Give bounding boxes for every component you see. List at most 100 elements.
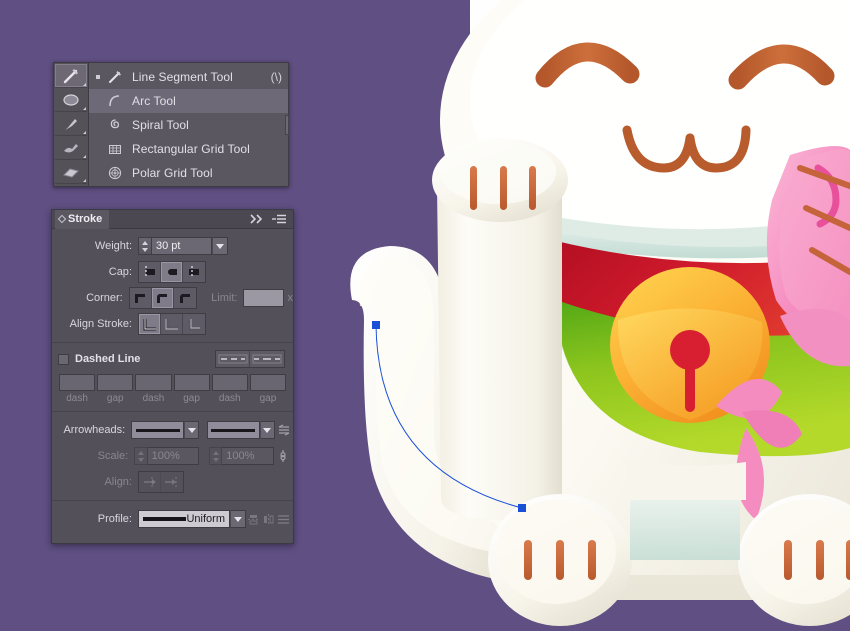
dash-input[interactable] xyxy=(135,374,172,391)
limit-input[interactable] xyxy=(243,289,284,307)
gap-caption: gap xyxy=(106,393,124,404)
arrowhead-none-preview-icon xyxy=(211,428,256,432)
end-scale-stepper[interactable] xyxy=(208,447,223,465)
dash-cell[interactable]: gap xyxy=(97,374,134,404)
flyout-shortcut: (\) xyxy=(270,70,282,84)
flyout-item-spiral-tool[interactable]: Spiral Tool xyxy=(89,113,288,137)
bevel-join-button[interactable] xyxy=(173,288,196,308)
weight-input[interactable]: 30 pt xyxy=(152,237,212,255)
line-segment-tool-flyout[interactable]: Line Segment Tool (\) Arc Tool Spiral To… xyxy=(53,62,289,187)
flyout-item-arc-tool[interactable]: Arc Tool xyxy=(89,89,288,113)
corner-button-group[interactable] xyxy=(128,287,197,309)
stroke-panel[interactable]: Stroke Weight: 30 pt Cap: Corner: Limit:… xyxy=(51,209,294,544)
end-scale-input[interactable]: 100% xyxy=(222,447,274,465)
flip-along-icon[interactable] xyxy=(246,510,261,528)
tool-flyout-list[interactable]: Line Segment Tool (\) Arc Tool Spiral To… xyxy=(89,62,289,187)
dash-gap-fields[interactable]: dash gap dash gap dash gap xyxy=(52,368,293,404)
flyout-label: Arc Tool xyxy=(132,94,176,108)
gap-input[interactable] xyxy=(249,374,287,391)
panel-menu-icon[interactable] xyxy=(268,214,290,224)
collapse-to-icons-icon[interactable] xyxy=(246,214,268,224)
align-stroke-label: Align Stroke: xyxy=(69,318,132,330)
stroke-panel-tab[interactable]: Stroke xyxy=(55,209,110,229)
cap-row: Cap: xyxy=(52,261,293,283)
panel-divider-3 xyxy=(52,500,293,501)
eraser-tool-icon[interactable] xyxy=(55,160,87,184)
line-segment-tool-icon[interactable] xyxy=(55,64,87,88)
start-arrowhead-dropdown[interactable] xyxy=(131,421,185,439)
rectangular-grid-icon xyxy=(103,141,127,157)
tear-off-dot-icon xyxy=(93,75,103,79)
flyout-label: Spiral Tool xyxy=(132,118,189,132)
flyout-item-line-segment-tool[interactable]: Line Segment Tool (\) xyxy=(89,65,288,89)
align-center-button[interactable] xyxy=(139,314,161,334)
dash-input[interactable] xyxy=(59,374,96,391)
arrowheads-label: Arrowheads: xyxy=(63,424,126,436)
arc-icon xyxy=(103,93,127,109)
preserve-exact-dash-lengths-button[interactable] xyxy=(216,351,250,367)
flyout-drag-handle[interactable] xyxy=(285,114,289,135)
miter-join-button[interactable] xyxy=(129,288,152,308)
pencil-tool-icon[interactable] xyxy=(55,136,87,160)
weight-row: Weight: 30 pt xyxy=(52,235,293,257)
cap-button-group[interactable] xyxy=(138,261,206,283)
dash-cell[interactable]: dash xyxy=(211,374,248,404)
scale-row: Scale: 100% 100% xyxy=(52,445,293,467)
profile-dropdown[interactable]: Uniform xyxy=(138,510,230,528)
line-segment-icon xyxy=(103,69,127,85)
weight-label: Weight: xyxy=(94,240,132,252)
round-join-button[interactable] xyxy=(151,288,174,308)
cap-label: Cap: xyxy=(108,266,132,278)
panel-title: Stroke xyxy=(68,213,103,225)
profile-menu-icon[interactable] xyxy=(276,510,291,528)
gap-input[interactable] xyxy=(97,374,134,391)
limit-label: Limit: xyxy=(211,292,238,304)
flip-across-icon[interactable] xyxy=(261,510,276,528)
align-stroke-button-group[interactable] xyxy=(138,313,206,335)
start-scale-stepper[interactable] xyxy=(134,447,148,465)
stroke-panel-title-bar[interactable]: Stroke xyxy=(52,209,293,229)
gap-input[interactable] xyxy=(173,374,210,391)
start-arrowhead-dropdown-arrow[interactable] xyxy=(184,421,200,439)
gap-caption: gap xyxy=(183,393,200,404)
scale-label: Scale: xyxy=(97,450,129,462)
projecting-cap-button[interactable] xyxy=(183,262,205,282)
dashed-line-checkbox[interactable] xyxy=(58,353,69,365)
flyout-label: Line Segment Tool xyxy=(132,70,233,84)
extend-arrow-tip-beyond-end-button[interactable] xyxy=(139,472,161,492)
arrow-align-row: Align: xyxy=(52,471,293,493)
align-outside-button[interactable] xyxy=(183,314,205,334)
dash-cell[interactable]: gap xyxy=(173,374,210,404)
dashed-line-label: Dashed Line xyxy=(75,353,141,365)
flyout-item-rectangular-grid-tool[interactable]: Rectangular Grid Tool xyxy=(89,137,288,161)
panel-divider-1 xyxy=(52,342,293,343)
arrow-align-button-group[interactable] xyxy=(138,471,184,493)
arrow-align-label: Align: xyxy=(104,476,132,488)
link-scales-icon[interactable] xyxy=(274,448,293,464)
profile-dropdown-arrow[interactable] xyxy=(230,510,246,528)
limit-unit: x xyxy=(287,292,294,304)
dash-input[interactable] xyxy=(211,374,248,391)
dash-cell[interactable]: dash xyxy=(135,374,172,404)
panel-collapse-diamond-icon[interactable] xyxy=(57,214,67,224)
dash-cell[interactable]: dash xyxy=(59,374,96,404)
tools-panel-strip[interactable] xyxy=(53,62,89,187)
end-arrowhead-dropdown[interactable] xyxy=(206,421,260,439)
weight-stepper[interactable] xyxy=(138,237,152,255)
paintbrush-tool-icon[interactable] xyxy=(55,112,87,136)
corner-row: Corner: Limit: x xyxy=(52,287,293,309)
ellipse-tool-icon[interactable] xyxy=(55,88,87,112)
swap-arrowheads-icon[interactable] xyxy=(275,423,293,437)
butt-cap-button[interactable] xyxy=(139,262,161,282)
round-cap-button[interactable] xyxy=(161,262,183,282)
weight-dropdown[interactable] xyxy=(212,237,228,255)
dash-caption: dash xyxy=(218,393,241,404)
align-inside-button[interactable] xyxy=(161,314,183,334)
end-arrowhead-dropdown-arrow[interactable] xyxy=(259,421,275,439)
start-scale-input[interactable]: 100% xyxy=(147,447,200,465)
align-dashes-to-corners-button[interactable] xyxy=(250,351,284,367)
place-arrow-tip-at-end-button[interactable] xyxy=(161,472,183,492)
dash-mode-button-group[interactable] xyxy=(215,350,285,368)
flyout-item-polar-grid-tool[interactable]: Polar Grid Tool xyxy=(89,161,288,185)
dash-cell[interactable]: gap xyxy=(249,374,287,404)
